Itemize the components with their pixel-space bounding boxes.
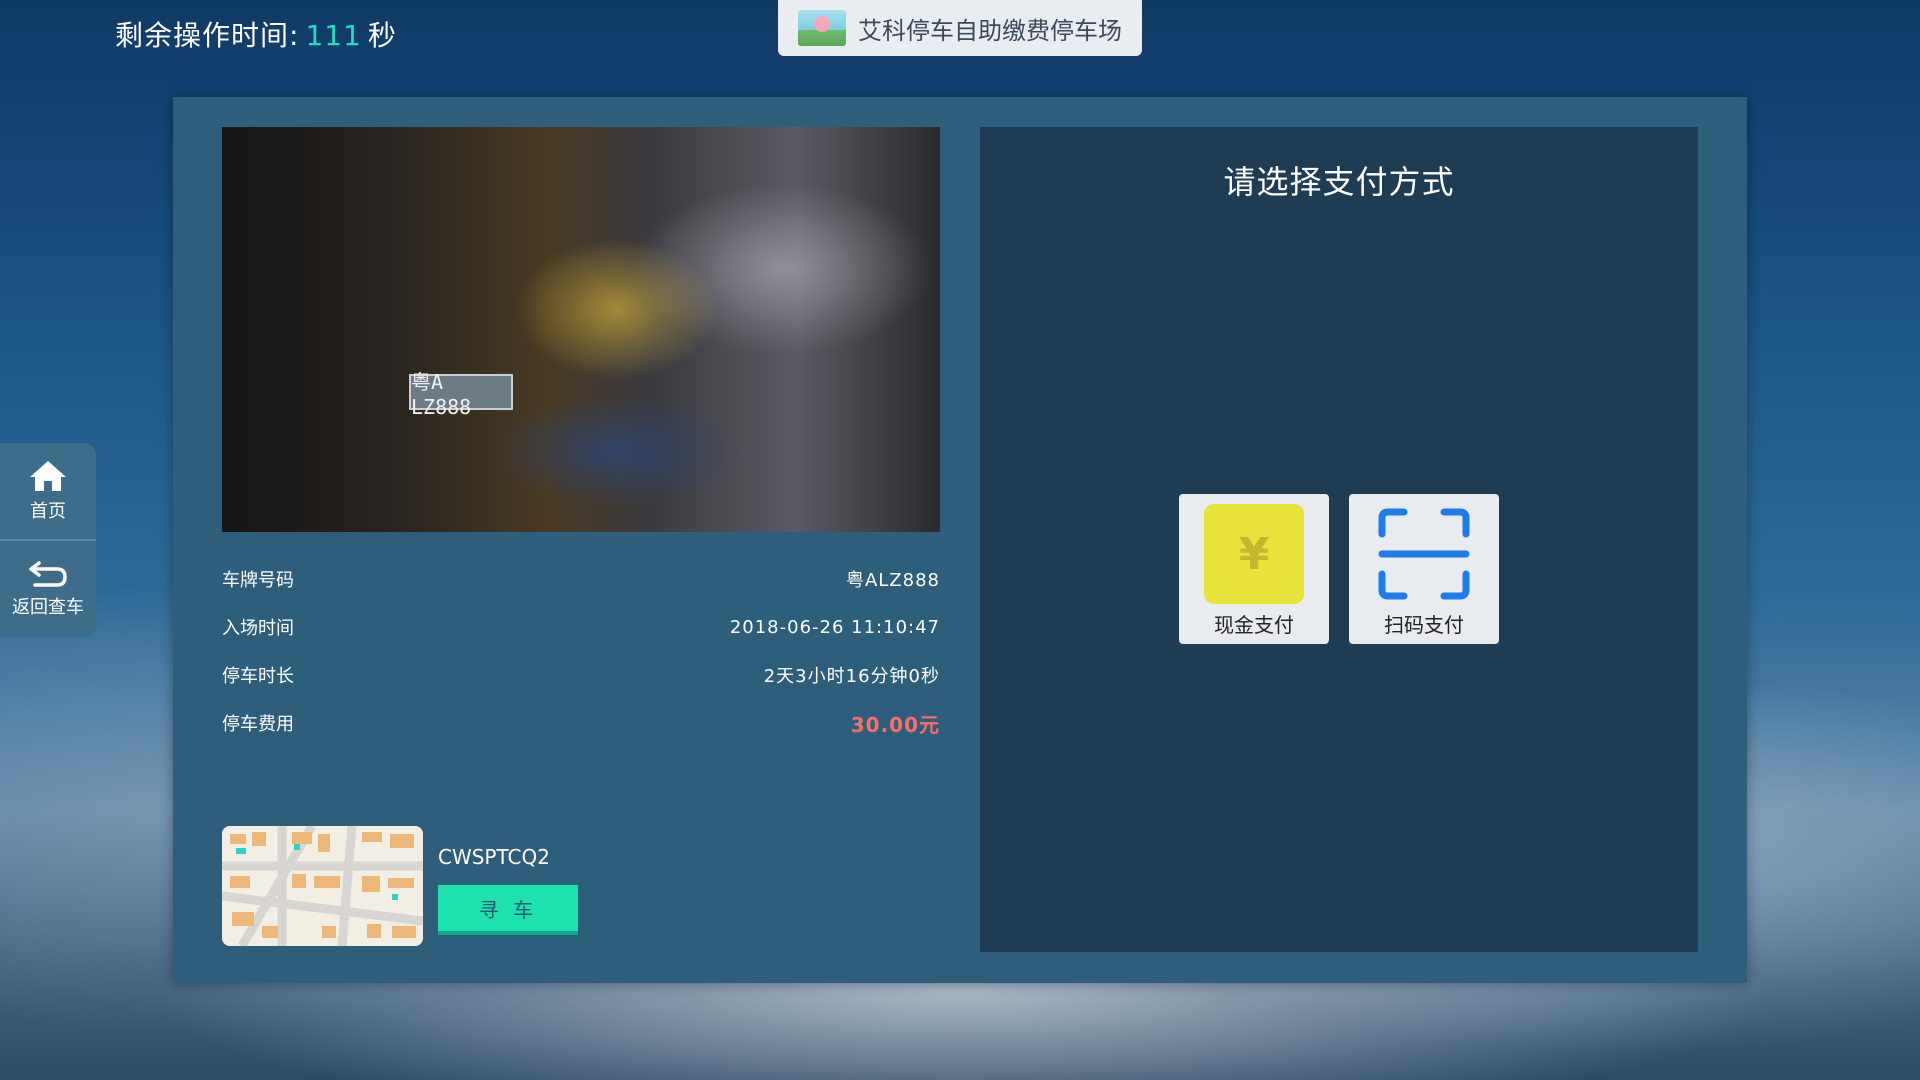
qr-scan-icon	[1374, 504, 1474, 604]
parking-lot-title: 艾科停车自助缴费停车场	[778, 0, 1142, 56]
find-car-button[interactable]: 寻 车	[438, 885, 578, 935]
yuan-icon: ¥	[1204, 504, 1304, 604]
info-row-plate: 车牌号码 粤ALZ888	[222, 564, 940, 594]
fee-label: 停车费用	[222, 714, 294, 735]
info-row-fee: 停车费用 30.00元	[222, 708, 940, 738]
entry-time-value: 2018-06-26 11:10:47	[729, 616, 940, 638]
parking-spot-code: CWSPTCQ2	[438, 845, 550, 869]
info-row-duration: 停车时长 2天3小时16分钟0秒	[222, 660, 940, 690]
snapshot-license-plate: 粤A LZ888	[409, 370, 513, 419]
remaining-time-value: 111	[305, 19, 362, 52]
info-row-entry-time: 入场时间 2018-06-26 11:10:47	[222, 612, 940, 642]
home-button-label: 首页	[30, 501, 66, 522]
back-to-search-label: 返回查车	[12, 597, 84, 618]
scan-payment-button[interactable]: 扫码支付	[1349, 494, 1499, 644]
return-arrow-icon	[29, 561, 67, 587]
parking-lot-name: 艾科停车自助缴费停车场	[858, 16, 1122, 45]
fee-value: 30.00元	[850, 712, 940, 737]
entry-time-label: 入场时间	[222, 618, 294, 639]
home-icon	[30, 461, 66, 491]
remaining-time-unit: 秒	[367, 19, 397, 52]
cash-payment-label: 现金支付	[1214, 613, 1294, 637]
duration-value: 2天3小时16分钟0秒	[763, 666, 940, 687]
back-to-search-button[interactable]: 返回查车	[0, 541, 96, 637]
main-panel: 粤A LZ888 车牌号码 粤ALZ888 入场时间 2018-06-26 11…	[173, 97, 1747, 983]
payment-panel: 请选择支付方式 ¥ 现金支付 扫码支付	[980, 127, 1698, 952]
plate-value: 粤ALZ888	[845, 570, 940, 591]
plate-label: 车牌号码	[222, 570, 294, 591]
remaining-time-label: 剩余操作时间:	[115, 19, 300, 52]
parking-logo-icon	[798, 10, 846, 46]
remaining-time: 剩余操作时间: 111 秒	[115, 14, 397, 54]
parking-map-thumbnail[interactable]	[222, 826, 423, 946]
map-icon	[222, 826, 423, 946]
payment-title: 请选择支付方式	[1223, 163, 1455, 201]
vehicle-snapshot-image: 粤A LZ888	[222, 127, 940, 532]
scan-payment-label: 扫码支付	[1384, 613, 1464, 637]
duration-label: 停车时长	[222, 666, 294, 687]
home-button[interactable]: 首页	[0, 443, 96, 541]
cash-payment-button[interactable]: ¥ 现金支付	[1179, 494, 1329, 644]
